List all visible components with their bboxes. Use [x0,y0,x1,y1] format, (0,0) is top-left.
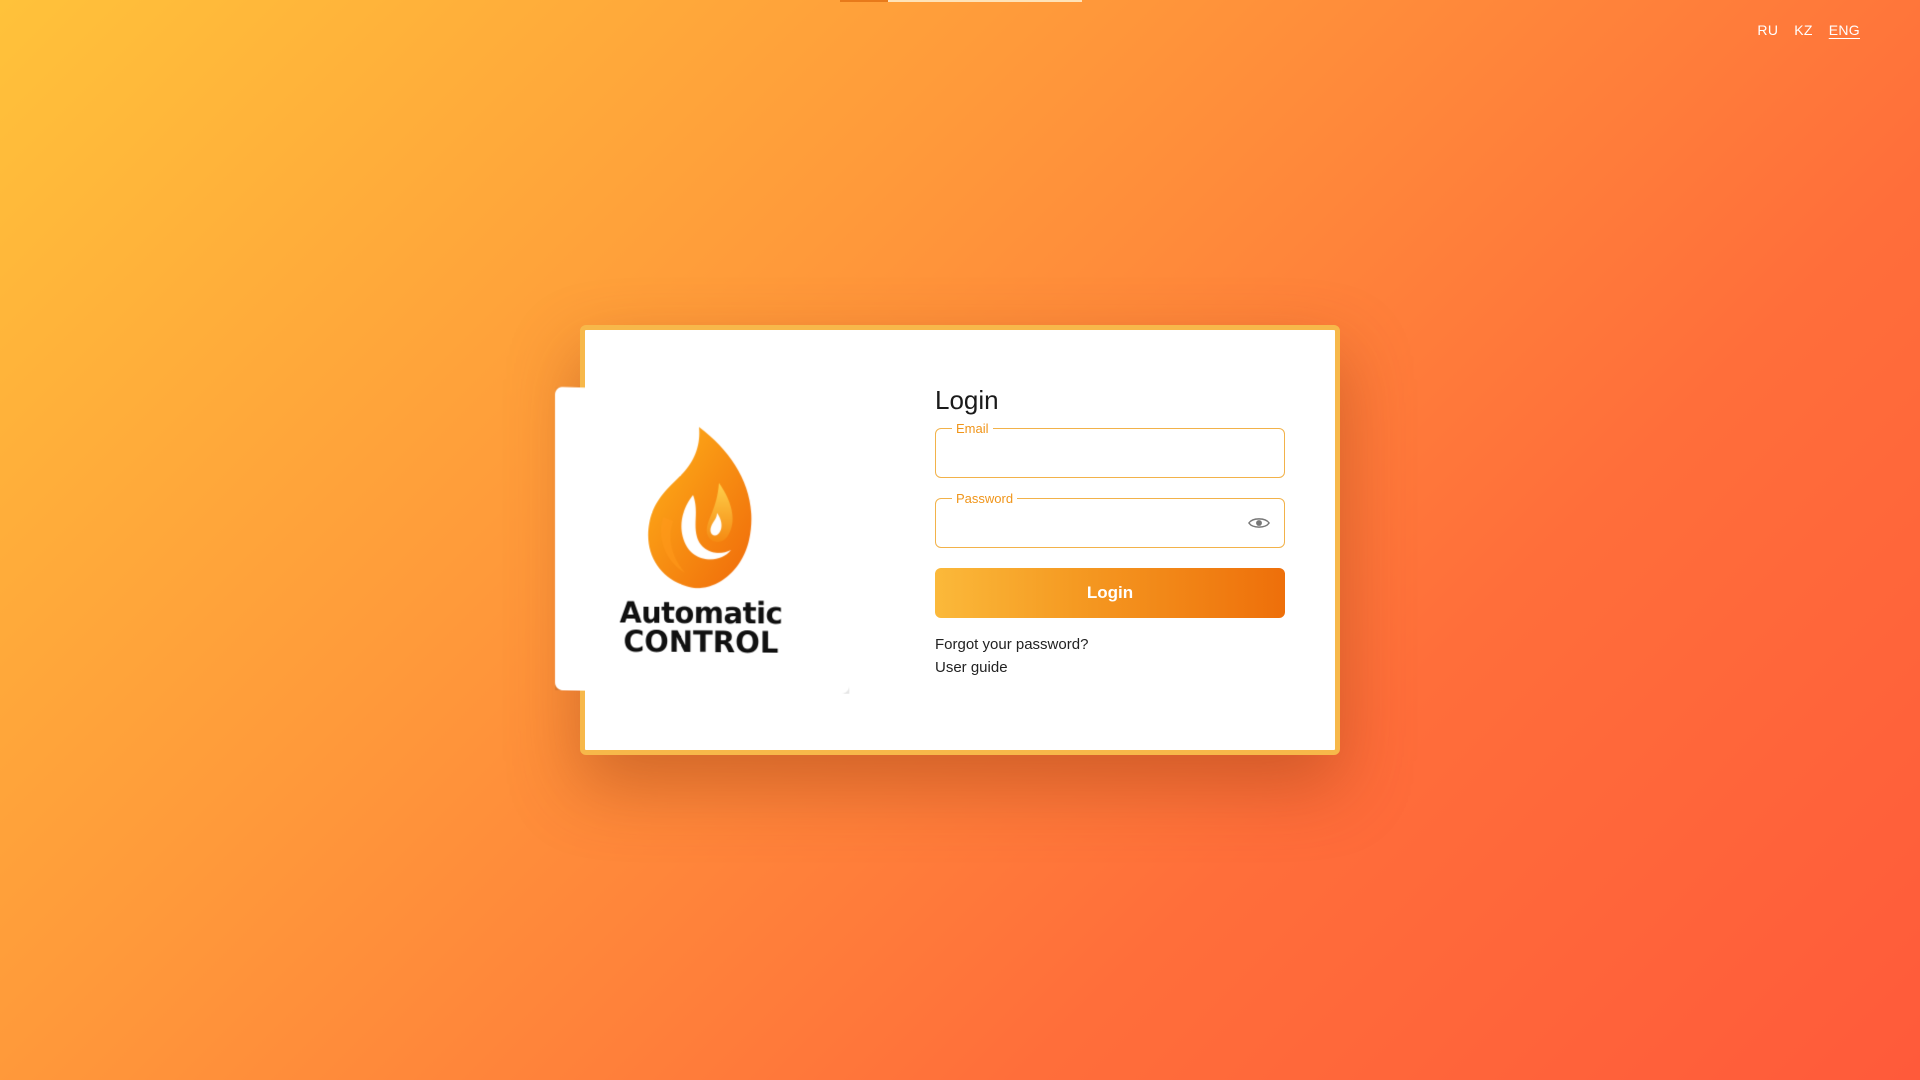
eye-icon[interactable] [1248,514,1270,532]
login-form: Login Email Password Login Forgot your p… [935,385,1285,676]
language-switcher: RU KZ ENG [1757,22,1860,38]
brand-name-line2: CONTROL [623,627,778,657]
lang-eng[interactable]: ENG [1829,22,1860,38]
top-loading-indicator [840,0,1082,2]
email-input[interactable] [936,429,1284,477]
lang-ru[interactable]: RU [1757,22,1778,38]
flame-icon [641,424,761,595]
user-guide-link[interactable]: User guide [935,659,1285,676]
top-indicator-progress [840,0,888,2]
password-input[interactable] [936,499,1284,547]
auxiliary-links: Forgot your password? User guide [935,636,1285,676]
forgot-password-link[interactable]: Forgot your password? [935,636,1285,653]
lang-kz[interactable]: KZ [1794,22,1813,38]
logo-card: Automatic CONTROL [555,383,849,694]
login-button[interactable]: Login [935,568,1285,618]
form-title: Login [935,385,1285,416]
top-indicator-track [888,0,1082,2]
password-field-wrapper: Password [935,498,1285,548]
email-field-wrapper: Email [935,428,1285,478]
